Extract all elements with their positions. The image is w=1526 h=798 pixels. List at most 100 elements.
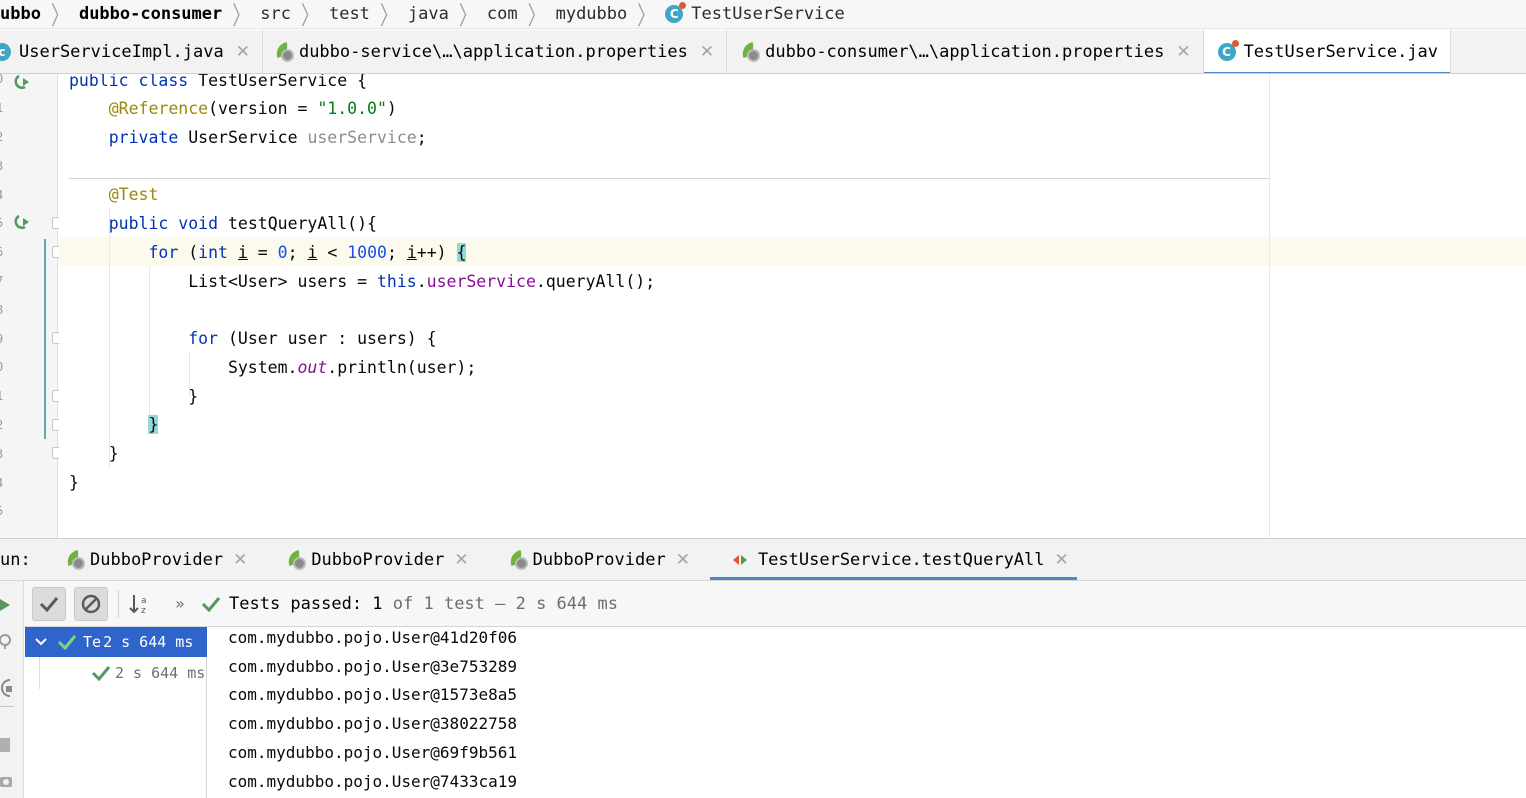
stop-icon[interactable] — [0, 738, 10, 752]
code-line-class-decl[interactable]: public class TestUserService { — [69, 74, 367, 95]
code-line-close-method[interactable]: } — [69, 439, 119, 468]
close-icon[interactable]: ✕ — [236, 42, 250, 62]
chevron-right-icon: 〉 — [300, 1, 319, 29]
editor-tab-testuserservice[interactable]: C TestUserService.jav — [1203, 30, 1452, 73]
run-test-icon[interactable] — [14, 74, 34, 90]
rerun-icon[interactable] — [0, 597, 12, 613]
breadcrumb-item-project[interactable]: ubbo — [0, 4, 41, 24]
close-icon[interactable]: ✕ — [700, 42, 714, 62]
editor-tab-userserviceimpl[interactable]: c UserServiceImpl.java ✕ — [0, 30, 263, 73]
run-test-icon[interactable] — [14, 214, 34, 230]
chevron-down-icon[interactable] — [35, 637, 47, 647]
spring-boot-icon — [64, 549, 86, 571]
test-class-icon: C — [665, 2, 687, 23]
test-tree-root-label: Te — [83, 633, 102, 651]
close-icon[interactable]: ✕ — [454, 550, 468, 570]
close-icon[interactable]: ✕ — [233, 550, 247, 570]
close-icon[interactable]: ✕ — [676, 550, 690, 570]
breadcrumb-item-test[interactable]: test — [329, 4, 370, 24]
console-line: com.mydubbo.pojo.User@38022758 — [228, 714, 517, 733]
spring-properties-icon — [273, 41, 295, 63]
chevron-right-icon: 〉 — [458, 1, 477, 29]
test-tree-child-time: 2 s 644 ms — [115, 664, 206, 682]
close-icon[interactable]: ✕ — [1176, 42, 1190, 62]
run-tool-window-tabs: un: DubboProvider ✕ DubboProvider ✕ Dubb… — [0, 538, 1526, 581]
editor-tab-label: TestUserService.jav — [1243, 42, 1439, 62]
breadcrumb-item-mydubbo[interactable]: mydubbo — [556, 4, 628, 24]
breadcrumb-item-module[interactable]: dubbo-consumer — [79, 4, 222, 24]
code-line-close-inner[interactable]: } — [69, 382, 198, 411]
code-line-method-decl[interactable]: public void testQueryAll(){ — [69, 209, 377, 238]
show-ignored-button[interactable] — [74, 586, 108, 621]
run-tab-dubboprovider-3[interactable]: DubboProvider ✕ — [495, 539, 702, 580]
camera-icon[interactable] — [0, 773, 14, 789]
test-status: Tests passed: 1 of 1 test – 2 s 644 ms — [229, 594, 618, 614]
chevron-right-icon: 〉 — [50, 1, 69, 29]
spring-properties-icon — [739, 41, 761, 63]
method-separator — [69, 178, 1269, 179]
line-number: 0 — [0, 72, 3, 86]
console-output[interactable]: com.mydubbo.pojo.User@41d20f06 com.mydub… — [208, 627, 1526, 798]
code-line-println[interactable]: System.out.println(user); — [69, 353, 476, 382]
run-side-toolbar — [0, 581, 24, 798]
editor-tab-consumer-properties[interactable]: dubbo-consumer\…\application.properties … — [727, 30, 1204, 73]
check-icon — [39, 596, 59, 612]
editor-gutter[interactable]: 0 1 2 3 4 5 6 7 8 9 0 1 2 3 4 5 — [0, 72, 64, 538]
run-tab-label: DubboProvider — [311, 549, 445, 570]
line-number: 7 — [0, 274, 3, 288]
code-line-reference[interactable]: @Reference(version = "1.0.0") — [69, 94, 397, 123]
test-tree-child[interactable]: 2 s 644 ms — [25, 658, 207, 688]
toolbar-separator — [0, 706, 14, 707]
passed-check-icon — [91, 666, 111, 681]
status-passed-count: 1 — [372, 593, 383, 614]
console-line: com.mydubbo.pojo.User@3e753289 — [228, 657, 517, 676]
more-actions-icon[interactable]: » — [163, 587, 197, 621]
vcs-change-marker[interactable] — [44, 239, 46, 439]
code-line-inner-for[interactable]: for (User user : users) { — [69, 324, 436, 353]
line-number: 4 — [0, 476, 3, 490]
line-number: 4 — [0, 188, 3, 202]
line-number: 6 — [0, 245, 3, 259]
passed-check-icon — [57, 635, 77, 650]
breadcrumb-item-java[interactable]: java — [408, 4, 449, 24]
close-icon[interactable]: ✕ — [1055, 550, 1069, 570]
chevron-right-icon: 〉 — [527, 1, 546, 29]
test-runner-toolbar: az » Tests passed: 1 of 1 test – 2 s 644… — [24, 581, 1526, 627]
line-number: 1 — [0, 389, 3, 403]
code-line-test-annotation[interactable]: @Test — [69, 180, 159, 209]
chevron-right-icon: 〉 — [232, 1, 251, 29]
run-tab-dubboprovider-2[interactable]: DubboProvider ✕ — [273, 539, 480, 580]
show-passed-button[interactable] — [32, 586, 66, 621]
run-tab-label: DubboProvider — [532, 549, 666, 570]
breadcrumb: ubbo 〉 dubbo-consumer 〉 src 〉 test 〉 jav… — [0, 0, 1526, 29]
code-line-query[interactable]: List<User> users = this.userService.quer… — [69, 267, 655, 296]
editor-tab-service-properties[interactable]: dubbo-service\…\application.properties ✕ — [263, 30, 728, 73]
test-results-tree[interactable]: Te 2 s 644 ms 2 s 644 ms — [25, 627, 207, 798]
test-tree-root[interactable]: Te 2 s 644 ms — [25, 627, 207, 657]
code-line-field[interactable]: private UserService userService; — [69, 123, 427, 152]
sort-alphabetically-button[interactable]: az — [123, 587, 157, 621]
code-line-close-class[interactable]: } — [69, 468, 79, 497]
line-number: 3 — [0, 159, 3, 173]
status-prefix: Tests passed: — [229, 593, 373, 614]
line-number: 1 — [0, 101, 3, 115]
breadcrumb-item-com[interactable]: com — [487, 4, 518, 24]
breadcrumb-item-class[interactable]: C TestUserService — [665, 2, 845, 24]
chevron-right-icon: 〉 — [637, 1, 656, 29]
rerun-failed-icon[interactable] — [0, 633, 14, 651]
code-editor[interactable]: public class TestUserService { @Referenc… — [59, 74, 1526, 538]
run-tab-testqueryall[interactable]: TestUserService.testQueryAll ✕ — [709, 539, 1077, 580]
code-line-close-for[interactable]: } — [69, 410, 159, 439]
svg-text:z: z — [141, 606, 146, 616]
test-run-config-icon — [730, 552, 750, 568]
test-tree-root-time: 2 s 644 ms — [103, 633, 194, 651]
run-tab-dubboprovider-1[interactable]: DubboProvider ✕ — [52, 539, 259, 580]
run-tab-label: DubboProvider — [90, 549, 224, 570]
code-line-for-loop[interactable]: for (int i = 0; i < 1000; i++) { — [69, 238, 467, 267]
editor-tab-label: UserServiceImpl.java — [19, 42, 224, 62]
line-number: 5 — [0, 216, 3, 230]
status-suffix: of 1 test – 2 s 644 ms — [382, 593, 618, 614]
breadcrumb-class-label: TestUserService — [691, 4, 845, 24]
breadcrumb-item-src[interactable]: src — [260, 4, 291, 24]
toggle-auto-test-icon[interactable] — [0, 677, 14, 699]
